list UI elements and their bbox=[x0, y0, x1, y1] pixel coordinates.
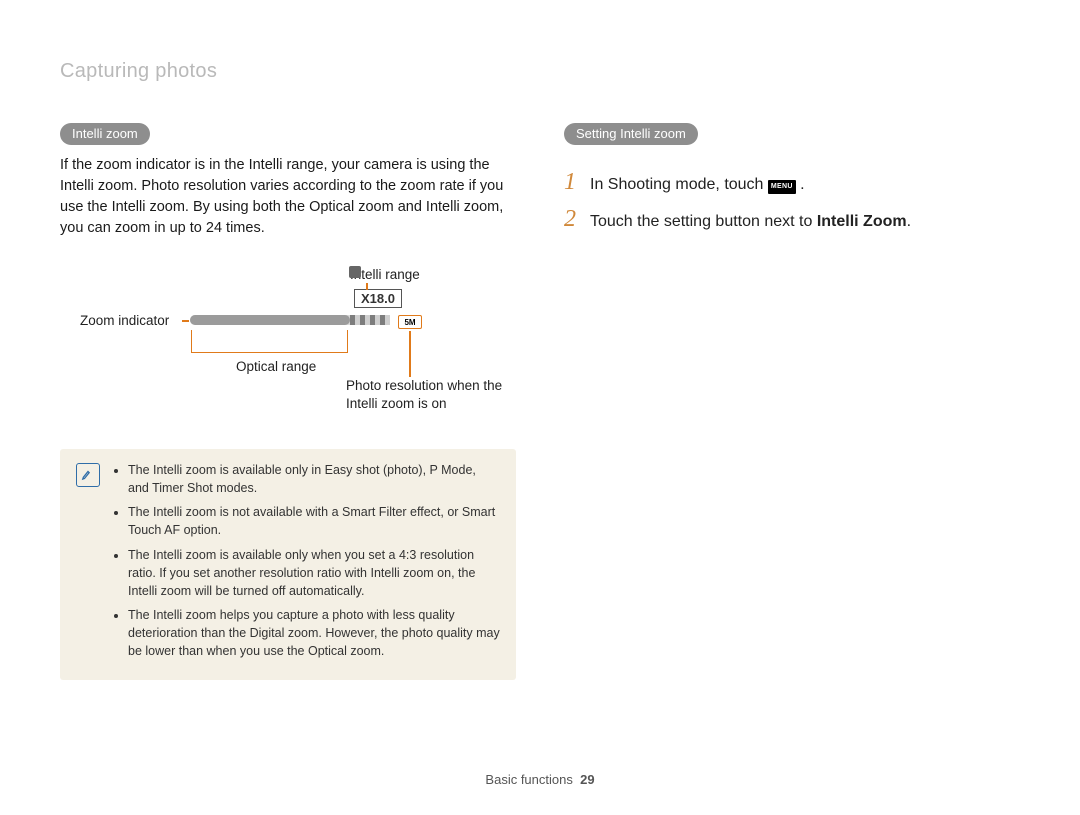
zoom-bar-intelli-segment bbox=[350, 315, 390, 325]
step-text: Touch the setting button next to Intelli… bbox=[590, 211, 911, 233]
optical-range-label: Optical range bbox=[236, 359, 316, 374]
step-text: In Shooting mode, touch MENU . bbox=[590, 174, 805, 196]
note-list: The Intelli zoom is available only in Ea… bbox=[114, 461, 500, 666]
step-text-post: . bbox=[907, 213, 911, 230]
note-item: The Intelli zoom helps you capture a pho… bbox=[128, 606, 500, 660]
zoom-bar bbox=[190, 315, 390, 325]
page-footer: Basic functions 29 bbox=[0, 772, 1080, 787]
step-text-pre: Touch the setting button next to bbox=[590, 213, 817, 230]
setting-intelli-zoom-heading-pill: Setting Intelli zoom bbox=[564, 123, 698, 145]
zoom-bar-tick-icon bbox=[349, 266, 361, 278]
resolution-5m-icon: 5M bbox=[398, 315, 422, 329]
photo-resolution-label: Photo resolution when the Intelli zoom i… bbox=[346, 377, 516, 413]
step-text-post: . bbox=[796, 176, 805, 193]
note-item: The Intelli zoom is available only in Ea… bbox=[128, 461, 500, 497]
note-item: The Intelli zoom is available only when … bbox=[128, 546, 500, 600]
right-column: Setting Intelli zoom 1 In Shooting mode,… bbox=[564, 123, 1020, 680]
intelli-zoom-paragraph: If the zoom indicator is in the Intelli … bbox=[60, 155, 516, 239]
footer-page-number: 29 bbox=[580, 772, 594, 787]
note-box: The Intelli zoom is available only in Ea… bbox=[60, 449, 516, 680]
zoom-bar-fill bbox=[190, 315, 350, 325]
note-item: The Intelli zoom is not available with a… bbox=[128, 503, 500, 539]
callout-line-icon bbox=[366, 283, 368, 290]
zoom-diagram: Intelli range Zoom indicator Optical ran… bbox=[60, 267, 516, 427]
zoom-indicator-label: Zoom indicator bbox=[80, 313, 169, 328]
step-2: 2 Touch the setting button next to Intel… bbox=[564, 206, 1020, 233]
callout-line-icon bbox=[182, 320, 189, 322]
optical-range-bracket-icon bbox=[191, 330, 348, 353]
callout-line-icon bbox=[409, 331, 411, 377]
columns: Intelli zoom If the zoom indicator is in… bbox=[60, 123, 1020, 680]
intelli-zoom-heading-pill: Intelli zoom bbox=[60, 123, 150, 145]
page-title: Capturing photos bbox=[60, 60, 1020, 83]
note-icon bbox=[76, 463, 100, 487]
zoom-value-box: X18.0 bbox=[354, 289, 402, 308]
step-text-bold: Intelli Zoom bbox=[817, 213, 907, 230]
step-number: 2 bbox=[564, 206, 580, 233]
left-column: Intelli zoom If the zoom indicator is in… bbox=[60, 123, 516, 680]
manual-page: Capturing photos Intelli zoom If the zoo… bbox=[0, 0, 1080, 815]
step-number: 1 bbox=[564, 169, 580, 196]
footer-section: Basic functions bbox=[485, 772, 572, 787]
step-1: 1 In Shooting mode, touch MENU . bbox=[564, 169, 1020, 196]
menu-icon: MENU bbox=[768, 180, 796, 194]
step-text-pre: In Shooting mode, touch bbox=[590, 176, 768, 193]
